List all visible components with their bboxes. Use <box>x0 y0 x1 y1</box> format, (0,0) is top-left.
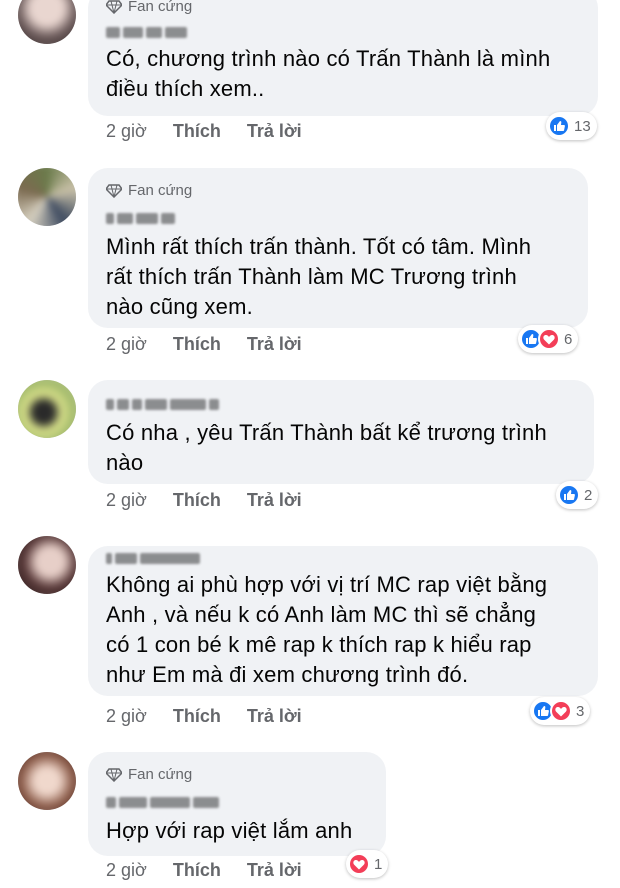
like-button[interactable]: Thích <box>173 706 221 727</box>
comment-bubble: Không ai phù hợp với vị trí MC rap việt … <box>88 546 598 696</box>
like-button[interactable]: Thích <box>173 860 221 881</box>
avatar[interactable] <box>18 380 76 438</box>
comment-text: Mình rất thích trấn thành. Tốt có tâm. M… <box>106 234 532 319</box>
avatar[interactable] <box>18 536 76 594</box>
like-button[interactable]: Thích <box>173 490 221 511</box>
commenter-name[interactable] <box>106 552 226 565</box>
comment-bubble: Fan cứng Mình rất thích trấn thành. Tốt … <box>88 168 588 328</box>
fan-badge: Fan cứng <box>106 766 192 783</box>
badge-label: Fan cứng <box>128 766 193 783</box>
reaction-count: 1 <box>374 855 383 873</box>
badge-label: Fan cứng <box>128 182 193 199</box>
timestamp[interactable]: 2 giờ <box>106 490 147 511</box>
comment-text: Có, chương trình nào có Trấn Thành là mì… <box>106 46 551 101</box>
timestamp[interactable]: 2 giờ <box>106 121 147 142</box>
comment-bubble: Có nha , yêu Trấn Thành bất kể trương tr… <box>88 380 594 484</box>
reaction-summary[interactable]: 13 <box>546 112 597 140</box>
comment-text: Hợp với rap việt lắm anh <box>106 818 353 843</box>
reply-button[interactable]: Trả lời <box>247 860 302 881</box>
comment-actions: 2 giờ Thích Trả lời <box>106 706 302 727</box>
timestamp[interactable]: 2 giờ <box>106 860 147 881</box>
reply-button[interactable]: Trả lời <box>247 490 302 511</box>
comment-actions: 2 giờ Thích Trả lời <box>106 121 302 142</box>
comment-bubble: Fan cứng Hợp với rap việt lắm anh <box>88 752 386 856</box>
diamond-icon <box>106 0 122 14</box>
comment-text: Có nha , yêu Trấn Thành bất kể trương tr… <box>106 420 547 475</box>
like-reaction-icon <box>548 115 570 137</box>
reply-button[interactable]: Trả lời <box>247 706 302 727</box>
comment-bubble: Fan cứng Có, chương trình nào có Trấn Th… <box>88 0 598 116</box>
timestamp[interactable]: 2 giờ <box>106 334 147 355</box>
avatar[interactable] <box>18 752 76 810</box>
reaction-count: 3 <box>576 702 585 720</box>
comment-actions: 2 giờ Thích Trả lời <box>106 860 302 881</box>
reply-button[interactable]: Trả lời <box>247 121 302 142</box>
like-button[interactable]: Thích <box>173 334 221 355</box>
like-reaction-icon <box>558 484 580 506</box>
love-reaction-icon <box>538 328 560 350</box>
avatar[interactable] <box>18 0 76 44</box>
love-reaction-icon <box>550 700 572 722</box>
reply-button[interactable]: Trả lời <box>247 334 302 355</box>
like-button[interactable]: Thích <box>173 121 221 142</box>
badge-label: Fan cứng <box>128 0 193 15</box>
commenter-name[interactable] <box>106 212 206 225</box>
reaction-summary[interactable]: 6 <box>518 325 579 353</box>
reaction-summary[interactable]: 1 <box>346 850 389 878</box>
timestamp[interactable]: 2 giờ <box>106 706 147 727</box>
fan-badge: Fan cứng <box>106 0 192 15</box>
commenter-name[interactable] <box>106 398 276 411</box>
diamond-icon <box>106 767 122 782</box>
fan-badge: Fan cứng <box>106 182 192 199</box>
commenter-name[interactable] <box>106 26 206 39</box>
reaction-summary[interactable]: 3 <box>530 697 591 725</box>
reaction-count: 13 <box>574 117 591 135</box>
comment-actions: 2 giờ Thích Trả lời <box>106 334 302 355</box>
avatar[interactable] <box>18 168 76 226</box>
reaction-count: 6 <box>564 330 573 348</box>
reaction-count: 2 <box>584 486 593 504</box>
reaction-summary[interactable]: 2 <box>556 481 599 509</box>
comment-text: Không ai phù hợp với vị trí MC rap việt … <box>106 572 548 687</box>
comment-actions: 2 giờ Thích Trả lời <box>106 490 302 511</box>
love-reaction-icon <box>348 853 370 875</box>
commenter-name[interactable] <box>106 796 256 809</box>
diamond-icon <box>106 183 122 198</box>
